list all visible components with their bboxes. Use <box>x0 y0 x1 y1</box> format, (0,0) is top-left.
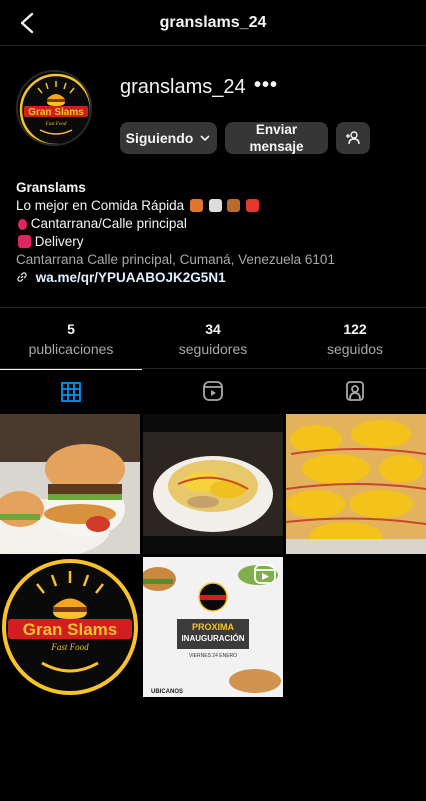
gran-slams-logo: Gran Slams Fast Food <box>19 73 90 144</box>
bio-address[interactable]: Cantarrana Calle principal, Cumaná, Vene… <box>16 251 416 269</box>
svg-text:INAUGURACIÓN: INAUGURACIÓN <box>181 634 244 643</box>
post-thumbnail[interactable]: PROXIMA INAUGURACIÓN VIERNES 24 ENERO UB… <box>143 557 283 697</box>
grid-icon <box>61 381 81 402</box>
link-icon <box>17 272 27 282</box>
stat-followers[interactable]: 34 seguidores <box>142 320 284 357</box>
bio-line-1: Lo mejor en Comida Rápida <box>16 197 416 215</box>
post-thumbnail[interactable] <box>0 414 140 554</box>
bio-link[interactable]: wa.me/qr/YPUAABOJK2G5N1 <box>16 269 416 287</box>
add-person-icon <box>346 131 360 145</box>
post-thumbnail[interactable] <box>286 414 426 554</box>
suggested-people-button[interactable] <box>336 122 370 154</box>
send-message-button[interactable]: Enviar mensaje <box>225 122 328 154</box>
following-button[interactable]: Siguiendo <box>120 122 217 154</box>
tab-tagged[interactable] <box>284 369 426 413</box>
reels-icon <box>203 381 223 401</box>
page-title: granslams_24 <box>159 14 267 31</box>
bio: Granslams Lo mejor en Comida Rápida Cant… <box>16 179 416 287</box>
tagged-icon <box>346 381 364 401</box>
tab-reels[interactable] <box>142 369 284 413</box>
pin-emoji-icon <box>18 219 27 230</box>
svg-text:Fast Food: Fast Food <box>45 122 67 127</box>
more-options-icon[interactable]: ••• <box>254 74 278 97</box>
svg-text:UBICANOS: UBICANOS <box>151 689 183 695</box>
top-bar: granslams_24 <box>0 0 426 46</box>
svg-text:Gran Slams: Gran Slams <box>23 620 118 639</box>
bio-line-3: Delivery <box>16 233 416 251</box>
svg-text:PROXIMA: PROXIMA <box>192 622 235 632</box>
bio-name: Granslams <box>16 180 86 195</box>
svg-text:Fast Food: Fast Food <box>50 642 89 652</box>
chevron-down-icon <box>200 135 210 142</box>
fries-emoji-icon <box>246 199 260 212</box>
bio-line-2: Cantarrana/Calle principal <box>16 215 416 233</box>
bandage-emoji-icon <box>208 199 222 212</box>
hotdog-emoji-icon <box>189 199 203 212</box>
avatar[interactable]: Gran Slams Fast Food <box>16 70 92 146</box>
burger-emoji-icon <box>227 199 241 212</box>
stat-following[interactable]: 122 seguidos <box>284 320 426 357</box>
post-thumbnail[interactable]: Gran Slams Fast Food <box>0 557 140 697</box>
post-thumbnail[interactable] <box>143 414 283 554</box>
svg-text:VIERNES 24 ENERO: VIERNES 24 ENERO <box>189 653 237 659</box>
stat-posts: 5 publicaciones <box>28 321 114 357</box>
divider <box>0 307 426 308</box>
scooter-emoji-icon <box>18 235 31 248</box>
profile-username: granslams_24 <box>120 76 246 98</box>
logo-text: Gran Slams <box>28 107 84 118</box>
tab-posts[interactable] <box>0 369 142 413</box>
